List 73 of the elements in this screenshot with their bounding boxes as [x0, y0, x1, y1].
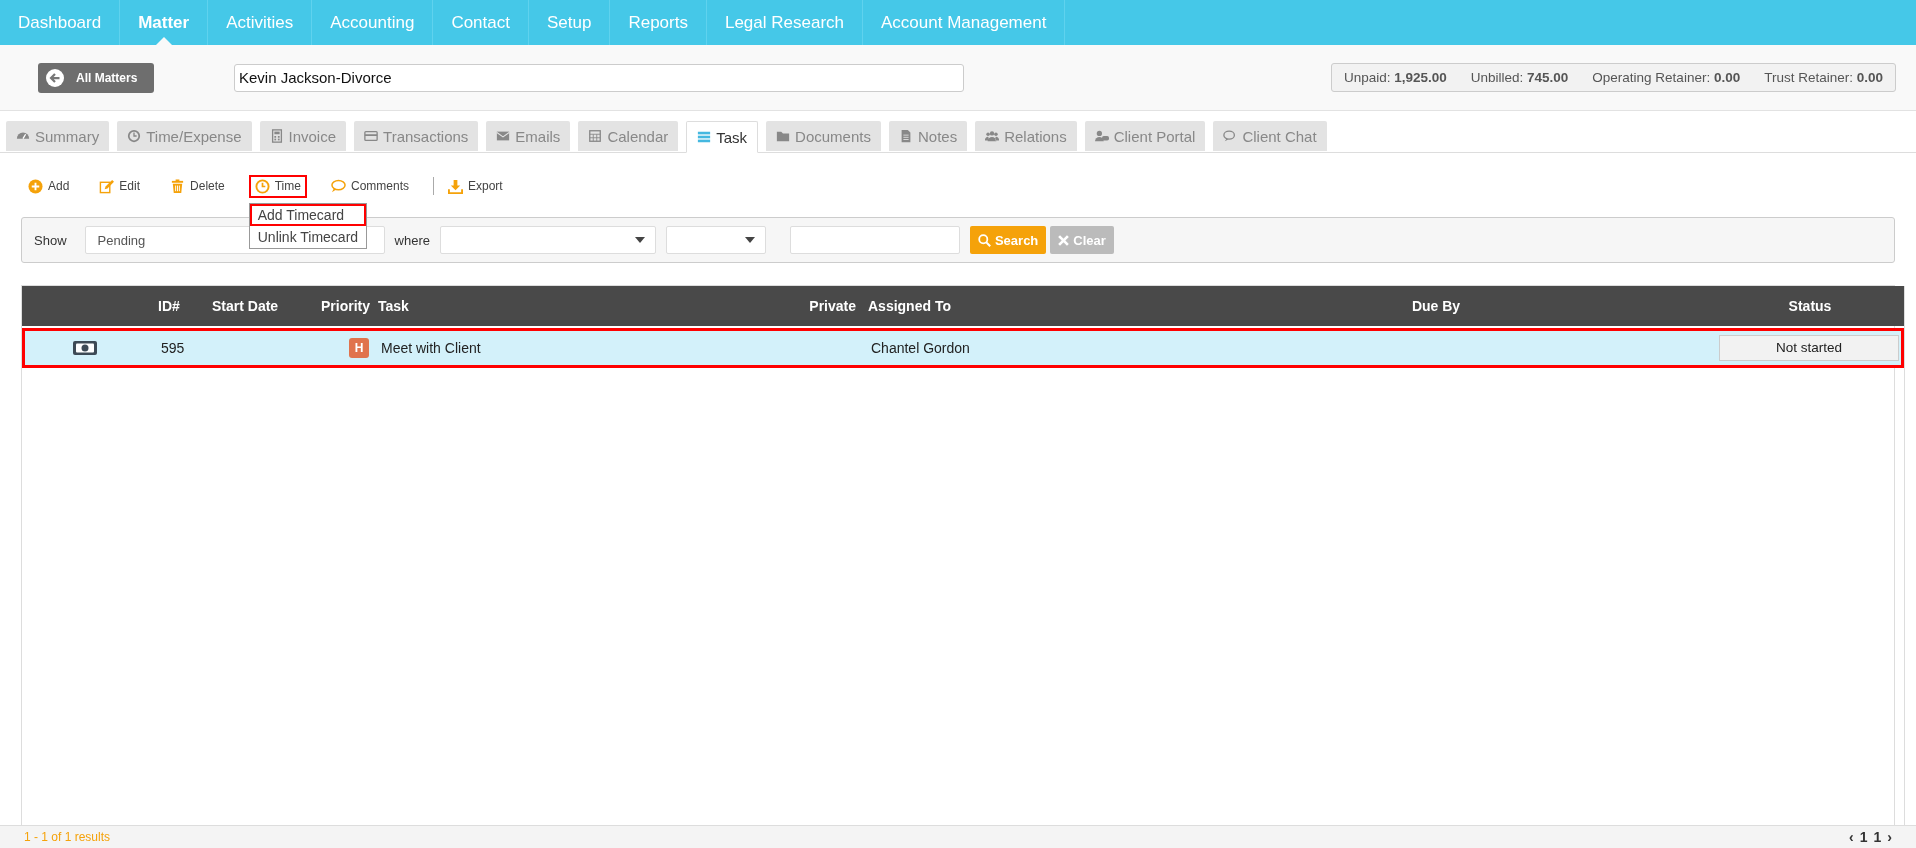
column-header: Task: [377, 298, 410, 314]
column-header: Private: [808, 298, 856, 314]
card-icon: [364, 129, 379, 143]
column-header: Due By: [1410, 298, 1462, 314]
field-select[interactable]: [439, 226, 656, 254]
show-label: Show: [34, 232, 67, 248]
toolbar-button[interactable]: Time: [248, 174, 307, 198]
tab[interactable]: Calendar: [578, 121, 679, 151]
column-header: Priority: [320, 298, 370, 314]
chat-icon: [1223, 129, 1238, 143]
priority-badge: H: [349, 338, 369, 358]
edit-icon: [99, 178, 115, 194]
folder-icon: [776, 129, 791, 143]
matter-field[interactable]: Kevin Jackson-Divorce: [234, 63, 964, 92]
download-icon: [448, 178, 463, 194]
caret-icon: [744, 237, 755, 243]
clock-icon: [254, 178, 270, 194]
toolbar-button[interactable]: Delete: [164, 174, 231, 198]
tab[interactable]: Client Chat: [1213, 121, 1327, 151]
table-cell-text: 595: [160, 340, 186, 356]
search-field[interactable]: [789, 226, 960, 254]
calendar-icon: [588, 129, 603, 143]
search-button[interactable]: Search: [969, 226, 1047, 254]
people-icon: [985, 129, 1000, 143]
status-button[interactable]: Not started: [1719, 335, 1899, 361]
envelope-icon: [496, 129, 511, 143]
toolbar-button[interactable]: Edit: [93, 174, 147, 198]
person-chat-icon: [1094, 129, 1109, 143]
clear-button[interactable]: Clear: [1050, 226, 1114, 254]
table-row[interactable]: 595 H Meet with Client Chantel Gordon Not started: [22, 328, 1904, 368]
toolbar-button[interactable]: Export: [442, 174, 509, 198]
tab[interactable]: Summary: [6, 121, 110, 151]
column-header: Assigned To: [867, 298, 952, 314]
balance-text: Operating Retainer: 0.00: [1592, 70, 1741, 85]
trash-icon: [170, 178, 186, 194]
pager-link[interactable]: ‹: [1849, 829, 1854, 845]
toolbar-button[interactable]: Add: [22, 174, 76, 198]
balance-text: Unpaid: 1,925.00: [1343, 70, 1447, 85]
caret-icon: [634, 237, 645, 243]
balance-text: Trust Retainer: 0.00: [1764, 70, 1883, 85]
table-cell-text: Chantel Gordon: [870, 340, 971, 356]
menu-item[interactable]: Unlink Timecard: [249, 225, 367, 248]
operator-select[interactable]: [665, 226, 766, 254]
menu-item[interactable]: Add Timecard: [249, 203, 367, 226]
where-label: where: [394, 232, 430, 248]
chat-icon: [330, 178, 346, 194]
tab[interactable]: Client Portal: [1084, 121, 1206, 151]
close-icon: [1058, 234, 1070, 246]
table-cell-text: Meet with Client: [380, 340, 482, 356]
tab[interactable]: Emails: [486, 121, 571, 151]
tab[interactable]: Relations: [975, 121, 1077, 151]
tab[interactable]: Time/Expense: [117, 121, 252, 151]
tab[interactable]: Documents: [766, 121, 881, 151]
column-header: Status: [1787, 298, 1833, 314]
balance-text: Unbilled: 745.00: [1470, 70, 1569, 85]
toolbar-button[interactable]: Comments: [324, 174, 415, 198]
all-matters-button[interactable]: All Matters: [38, 62, 154, 93]
column-header: Start Date: [212, 298, 280, 314]
tab[interactable]: Notes: [888, 121, 968, 151]
results-count: 1 - 1 of 1 results: [24, 830, 111, 844]
pager-link[interactable]: 1: [1873, 829, 1882, 845]
pager-link[interactable]: ›: [1887, 829, 1892, 845]
tab[interactable]: Invoice: [259, 121, 347, 151]
list-icon: [697, 130, 712, 144]
pager-link[interactable]: 1: [1859, 829, 1868, 845]
search-icon: [977, 233, 991, 247]
money-icon: [72, 340, 98, 356]
tab[interactable]: Transactions: [354, 121, 479, 151]
plus-circle-icon: [28, 178, 43, 194]
tab[interactable]: Task: [686, 121, 759, 153]
clock-icon: [127, 129, 142, 143]
column-header: ID#: [157, 298, 181, 314]
calculator-icon: [269, 129, 284, 143]
